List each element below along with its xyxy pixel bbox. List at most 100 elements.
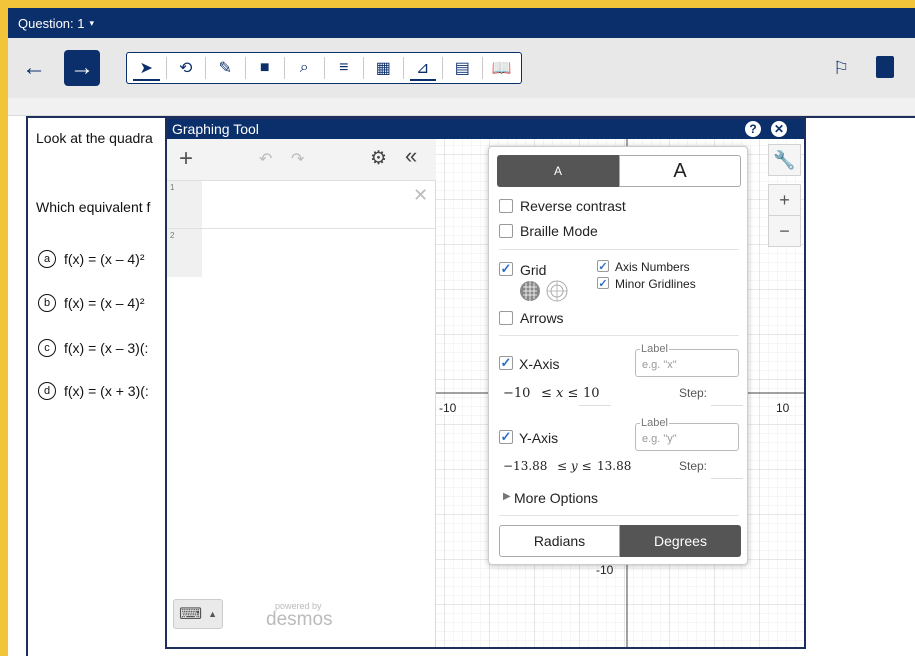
y-step-label: Step: <box>679 459 708 473</box>
y-axis-min-label: -10 <box>596 563 614 577</box>
grid-checkbox[interactable]: ✓ <box>499 261 513 276</box>
keyboard-icon: ⌨ <box>178 606 203 623</box>
zoom-in-button[interactable]: + <box>768 184 801 216</box>
zoom-tool-icon[interactable]: ⌕ <box>285 53 324 83</box>
calculator-tool-icon[interactable]: ▦ <box>364 53 403 83</box>
question-selector[interactable]: Question: 1 ▾ <box>8 8 915 38</box>
gear-icon[interactable]: ⚙ <box>370 147 387 170</box>
y-label-placeholder: e.g. "y" <box>642 433 677 445</box>
question-label[interactable]: Question: 1 <box>18 16 85 31</box>
option-text: f(x) = (x – 4)² <box>64 295 145 311</box>
reference-tool-icon[interactable]: 📖 <box>483 53 522 83</box>
pointer-tool-icon[interactable]: ➤ <box>127 53 166 83</box>
close-icon[interactable]: ✕ <box>771 121 787 137</box>
desmos-logo: desmos <box>266 609 333 630</box>
reverse-contrast-label: Reverse contrast <box>520 198 626 214</box>
forward-button[interactable]: → <box>64 50 100 86</box>
x-axis-label: X-Axis <box>519 356 560 372</box>
y-axis-label-field[interactable]: Label e.g. "y" <box>635 417 739 451</box>
wrench-icon[interactable]: 🔧 <box>768 144 801 176</box>
option-text: f(x) = (x – 4)² <box>64 251 145 267</box>
document-icon[interactable] <box>876 56 894 78</box>
expression-list-panel: + ↶ ↷ ⚙ « 1 ✕ 2 ⌨ ▲ powered by desmos <box>167 139 436 647</box>
more-options-toggle[interactable]: More Options <box>514 490 598 506</box>
y-label-legend: Label <box>640 417 669 429</box>
graph-settings-panel: A A Reverse contrast Braille Mode ✓ Grid… <box>488 146 748 565</box>
x-range-relation: ≤ x ≤ <box>541 386 579 401</box>
font-size-small-button[interactable]: A <box>497 155 619 187</box>
minor-gridlines-label: Minor Gridlines <box>615 277 696 291</box>
zoom-out-button[interactable]: − <box>768 215 801 247</box>
y-axis-checkbox[interactable]: ✓ <box>499 429 513 444</box>
option-bubble[interactable]: d <box>38 382 56 400</box>
settings-divider <box>499 249 739 250</box>
x-min-input[interactable]: −10 <box>503 386 530 401</box>
caret-up-icon: ▲ <box>208 609 217 619</box>
answer-option-b[interactable]: b f(x) = (x – 4)² <box>38 294 145 312</box>
option-bubble[interactable]: a <box>38 250 56 268</box>
sticky-note-tool-icon[interactable]: ■ <box>246 53 285 83</box>
keyboard-toggle[interactable]: ⌨ ▲ <box>173 599 223 629</box>
text-to-speech-tool-icon[interactable]: ≡ <box>325 53 364 83</box>
x-step-label: Step: <box>679 386 708 400</box>
delete-expression-icon[interactable]: ✕ <box>413 185 428 206</box>
highlighter-tool-icon[interactable]: ✎ <box>206 53 245 83</box>
option-text: f(x) = (x + 3)(: <box>64 383 149 399</box>
expression-row[interactable]: 2 <box>167 229 436 277</box>
x-max-underline <box>579 405 611 406</box>
expression-index: 1 <box>167 181 202 228</box>
y-step-input[interactable] <box>711 478 743 479</box>
undo-icon[interactable]: ↶ <box>259 149 272 169</box>
answer-option-c[interactable]: c f(x) = (x – 3)(: <box>38 339 148 357</box>
answer-option-a[interactable]: a f(x) = (x – 4)² <box>38 250 145 268</box>
axis-numbers-checkbox[interactable]: ✓ <box>597 260 609 273</box>
y-max-input[interactable]: 13.88 <box>597 459 631 473</box>
grid-type-icon[interactable] <box>519 279 571 303</box>
graphing-tool-titlebar[interactable]: Graphing Tool ? ✕ <box>167 119 804 139</box>
braille-mode-checkbox[interactable] <box>499 224 513 238</box>
settings-divider <box>499 335 739 336</box>
x-max-input[interactable]: 10 <box>583 386 600 401</box>
graphing-tool-icon[interactable]: ⊿ <box>404 53 443 83</box>
radians-button[interactable]: Radians <box>499 525 620 557</box>
chevron-down-icon[interactable]: ▾ <box>90 18 95 29</box>
y-axis-label: Y-Axis <box>519 430 559 446</box>
redo-icon[interactable]: ↷ <box>291 149 304 169</box>
degrees-button[interactable]: Degrees <box>620 525 741 557</box>
app-frame: Question: 1 ▾ ← → ➤ ⟲ ✎ ■ ⌕ ≡ ▦ ⊿ ▤ 📖 ⚐ <box>8 8 915 656</box>
content-divider <box>8 98 915 116</box>
notepad-tool-icon[interactable]: ▤ <box>443 53 482 83</box>
question-stem: Look at the quadra <box>36 130 153 146</box>
toolbar: ← → ➤ ⟲ ✎ ■ ⌕ ≡ ▦ ⊿ ▤ 📖 ⚐ <box>8 38 915 98</box>
x-step-input[interactable] <box>711 405 743 406</box>
braille-mode-label: Braille Mode <box>520 223 598 239</box>
y-range-relation: ≤ y ≤ <box>557 459 592 473</box>
minor-gridlines-checkbox[interactable]: ✓ <box>597 277 609 290</box>
axis-numbers-label: Axis Numbers <box>615 260 690 274</box>
reverse-contrast-checkbox[interactable] <box>499 199 513 213</box>
option-bubble[interactable]: b <box>38 294 56 312</box>
font-size-large-button[interactable]: A <box>619 155 741 187</box>
x-axis-checkbox[interactable]: ✓ <box>499 355 513 370</box>
grid-label: Grid <box>520 262 547 278</box>
question-prompt: Which equivalent f <box>36 199 151 215</box>
arrows-checkbox[interactable] <box>499 311 513 325</box>
y-min-input[interactable]: −13.88 <box>503 459 547 473</box>
x-axis-max-label: 10 <box>776 401 790 415</box>
triangle-right-icon[interactable]: ▶ <box>503 491 511 502</box>
flag-icon[interactable]: ⚐ <box>833 58 849 79</box>
back-button[interactable]: ← <box>16 50 52 86</box>
line-reader-tool-icon[interactable]: ⟲ <box>167 53 206 83</box>
option-text: f(x) = (x – 3)(: <box>64 340 149 356</box>
tool-group: ➤ ⟲ ✎ ■ ⌕ ≡ ▦ ⊿ ▤ 📖 <box>126 52 522 84</box>
x-axis-label-field[interactable]: Label e.g. "x" <box>635 343 739 377</box>
help-icon[interactable]: ? <box>745 121 761 137</box>
x-label-placeholder: e.g. "x" <box>642 359 677 371</box>
expression-row[interactable]: 1 ✕ <box>167 181 436 229</box>
answer-option-d[interactable]: d f(x) = (x + 3)(: <box>38 382 149 400</box>
settings-divider <box>499 515 739 516</box>
expression-index: 2 <box>167 229 202 277</box>
add-expression-icon[interactable]: + <box>179 145 193 173</box>
option-bubble[interactable]: c <box>38 339 56 357</box>
collapse-icon[interactable]: « <box>405 143 417 169</box>
